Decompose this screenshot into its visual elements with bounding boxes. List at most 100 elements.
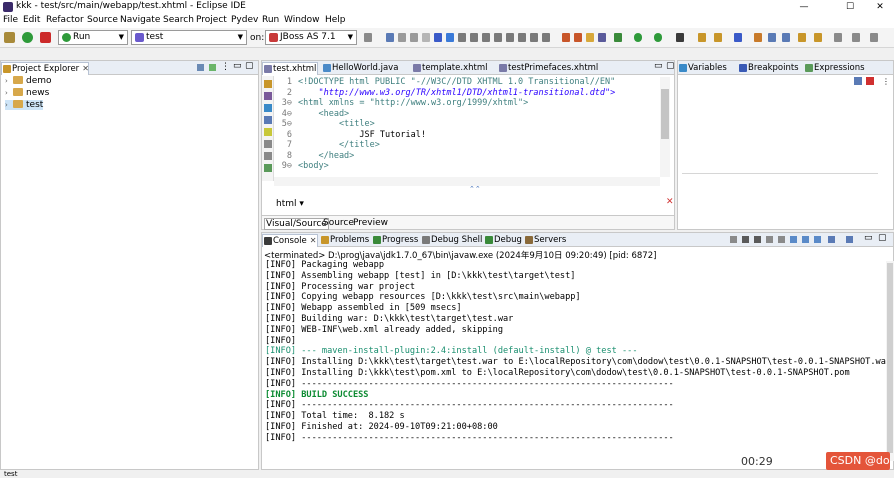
console-output[interactable]: [INFO] Packaging webapp [INFO] Assemblin… <box>262 260 888 470</box>
toolbar-icon[interactable] <box>870 33 878 42</box>
toolbar-icon[interactable] <box>446 33 454 42</box>
menu-refactor[interactable]: Refactor <box>46 15 84 25</box>
wrench-icon[interactable] <box>4 32 15 43</box>
palette-icon[interactable] <box>264 92 272 100</box>
open-console-icon[interactable] <box>846 236 853 243</box>
palette-icon[interactable] <box>264 116 272 124</box>
tab-console[interactable]: Console ✕ <box>262 234 318 247</box>
close-visual-icon[interactable]: ✕ <box>666 197 674 207</box>
run-mode-select[interactable]: Run ▼ <box>58 30 128 45</box>
tab-breakpoints[interactable]: Breakpoints <box>738 62 802 75</box>
palette-icon[interactable] <box>264 164 272 172</box>
toolbar-icon[interactable] <box>676 33 684 42</box>
tab-helloworld-java[interactable]: HelloWorld.java <box>322 62 402 75</box>
pin-console-icon[interactable] <box>814 236 821 243</box>
toolbar-icon[interactable] <box>518 33 526 42</box>
run-icon[interactable] <box>22 32 33 43</box>
maximize-view-icon[interactable]: ▢ <box>878 233 887 243</box>
menu-project[interactable]: Project <box>196 15 227 25</box>
toolbar-icon[interactable] <box>470 33 478 42</box>
toolbar-icon[interactable] <box>574 33 582 42</box>
show-on-output-icon[interactable] <box>802 236 809 243</box>
tab-servers[interactable]: Servers <box>524 234 574 247</box>
editor-horizontal-scrollbar[interactable] <box>274 177 660 186</box>
tab-visual-source[interactable]: Visual/Source <box>264 218 329 230</box>
toolbar-icon[interactable] <box>754 33 762 42</box>
link-editor-icon[interactable] <box>209 64 216 71</box>
tree-item-news[interactable]: › news <box>5 88 49 98</box>
toolbar-icon[interactable] <box>494 33 502 42</box>
menu-window[interactable]: Window <box>284 15 320 25</box>
minimize-view-icon[interactable]: ▭ <box>654 61 663 71</box>
view-menu-icon[interactable]: ⋮ <box>882 77 890 86</box>
toolbar-icon[interactable] <box>410 33 418 42</box>
maximize-view-icon[interactable]: ▢ <box>666 61 675 71</box>
tab-variables[interactable]: Variables <box>678 62 736 75</box>
toolbar-icon[interactable] <box>698 33 706 42</box>
toolbar-icon[interactable] <box>386 33 394 42</box>
palette-icon[interactable] <box>264 80 272 88</box>
menu-pydev[interactable]: Pydev <box>231 15 258 25</box>
word-wrap-icon[interactable] <box>790 236 797 243</box>
clear-console-icon[interactable] <box>766 236 773 243</box>
tree-item-test[interactable]: › test <box>5 100 44 110</box>
splitter-handle-icon[interactable]: ⌃⌃ <box>469 185 481 193</box>
scroll-lock-icon[interactable] <box>778 236 785 243</box>
tab-source[interactable]: Source <box>323 218 354 228</box>
toolbar-icon[interactable] <box>482 33 490 42</box>
toolbar-icon[interactable] <box>714 33 722 42</box>
menu-run[interactable]: Run <box>262 15 279 25</box>
menu-file[interactable]: File <box>3 15 18 25</box>
toolbar-icon[interactable] <box>834 33 842 42</box>
toolbar-icon[interactable] <box>866 77 874 85</box>
stop-icon[interactable] <box>40 32 51 43</box>
toolbar-icon[interactable] <box>542 33 550 42</box>
minimize-view-icon[interactable]: ▭ <box>233 61 242 71</box>
menu-edit[interactable]: Edit <box>23 15 40 25</box>
tab-preview[interactable]: Preview <box>353 218 388 228</box>
toolbar-icon[interactable] <box>814 33 822 42</box>
toolbar-icon[interactable] <box>614 33 622 42</box>
tab-expressions[interactable]: Expressions <box>804 62 866 75</box>
toolbar-icon[interactable] <box>654 33 662 42</box>
view-menu-icon[interactable]: ⋮ <box>221 62 230 72</box>
menu-help[interactable]: Help <box>325 15 346 25</box>
maximize-button[interactable]: ☐ <box>838 0 862 14</box>
scrollbar-thumb[interactable] <box>887 263 893 453</box>
menu-search[interactable]: Search <box>163 15 194 25</box>
maximize-view-icon[interactable]: ▢ <box>245 61 254 71</box>
toolbar-icon[interactable] <box>422 33 430 42</box>
menu-navigate[interactable]: Navigate <box>120 15 160 25</box>
toolbar-icon[interactable] <box>852 33 860 42</box>
minimize-button[interactable]: — <box>792 0 816 14</box>
minimize-view-icon[interactable]: ▭ <box>864 233 873 243</box>
tab-debug-shell[interactable]: Debug Shell <box>421 234 483 247</box>
terminate-icon[interactable] <box>730 236 737 243</box>
menu-source[interactable]: Source <box>87 15 118 25</box>
toolbar-icon[interactable] <box>562 33 570 42</box>
toolbar-icon[interactable] <box>530 33 538 42</box>
toolbar-icon[interactable] <box>782 33 790 42</box>
run-config-select[interactable]: test ▼ <box>131 30 247 45</box>
remove-all-icon[interactable] <box>754 236 761 243</box>
palette-icon[interactable] <box>264 104 272 112</box>
toolbar-icon[interactable] <box>598 33 606 42</box>
scrollbar-thumb[interactable] <box>661 89 669 139</box>
toolbar-icon[interactable] <box>854 77 862 85</box>
palette-icon[interactable] <box>264 140 272 148</box>
display-console-icon[interactable] <box>828 236 835 243</box>
toolbar-icon[interactable] <box>506 33 514 42</box>
tab-progress[interactable]: Progress <box>372 234 426 247</box>
console-vertical-scrollbar[interactable] <box>886 261 894 461</box>
tree-item-demo[interactable]: › demo <box>5 76 52 86</box>
toolbar-icon[interactable] <box>364 33 372 42</box>
toolbar-icon[interactable] <box>798 33 806 42</box>
code-area[interactable]: 1 <!DOCTYPE html PUBLIC "-//W3C//DTD XHTM… <box>274 77 660 177</box>
remove-launch-icon[interactable] <box>742 236 749 243</box>
toolbar-icon[interactable] <box>768 33 776 42</box>
toolbar-icon[interactable] <box>458 33 466 42</box>
close-button[interactable]: ✕ <box>868 0 892 14</box>
tab-debug[interactable]: Debug <box>484 234 524 247</box>
tab-template-xhtml[interactable]: template.xhtml <box>412 62 492 75</box>
collapse-all-icon[interactable] <box>197 64 204 71</box>
